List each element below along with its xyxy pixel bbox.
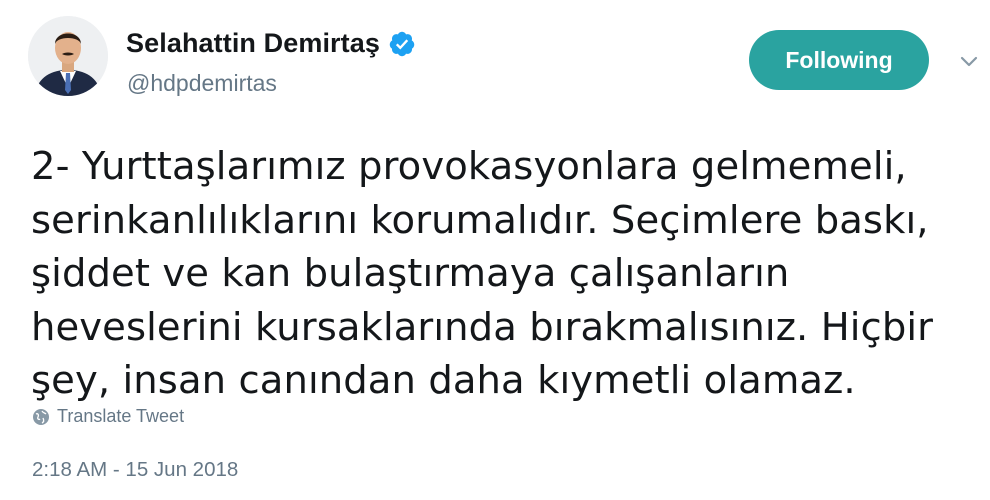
user-handle[interactable]: @hdpdemirtas — [127, 70, 277, 97]
translate-tweet-label: Translate Tweet — [57, 406, 185, 426]
display-name[interactable]: Selahattin Demirtaş — [126, 28, 380, 59]
translate-tweet-link[interactable]: Translate Tweet — [32, 406, 184, 427]
tweet-timestamp[interactable]: 2:18 AM - 15 Jun 2018 — [32, 458, 238, 482]
chevron-down-icon[interactable] — [958, 50, 980, 72]
verified-badge-icon — [388, 30, 416, 58]
following-button[interactable]: Following — [749, 30, 929, 90]
avatar[interactable] — [28, 16, 108, 96]
avatar-image — [28, 16, 108, 96]
tweet-text: 2- Yurttaşlarımız provokasyonlara gelmem… — [31, 144, 934, 403]
globe-icon — [32, 408, 50, 426]
user-name-row: Selahattin Demirtaş — [126, 28, 416, 59]
